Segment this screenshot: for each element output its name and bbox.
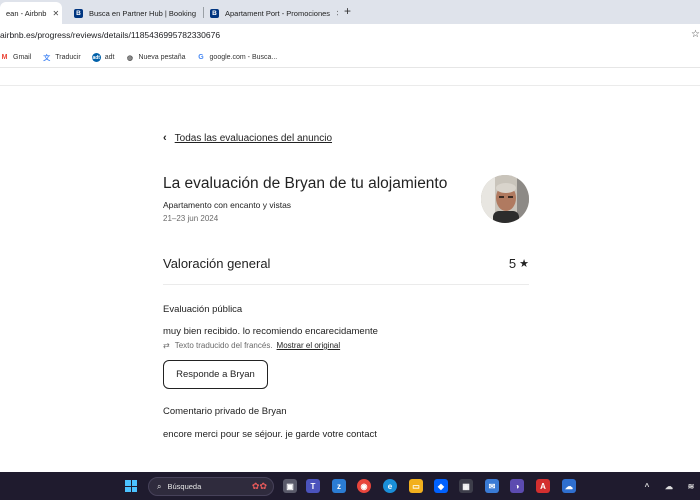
search-placeholder: Búsqueda bbox=[167, 482, 202, 491]
gmail-icon: M bbox=[1, 54, 8, 61]
tab-title: Apartament Port - Promociones bbox=[225, 8, 331, 18]
browser-tab-booking-partner-hub[interactable]: B Busca en Partner Hub | Booking ✕ bbox=[68, 2, 202, 24]
bookmark-nueva-pestana[interactable]: ◍ Nueva pestaña bbox=[125, 53, 186, 62]
taskbar-search-input[interactable]: ⌕ Búsqueda ✿✿ bbox=[148, 477, 274, 496]
stay-dates: 21–23 jun 2024 bbox=[163, 214, 219, 223]
divider bbox=[163, 284, 529, 285]
file-explorer-icon[interactable]: ▭ bbox=[409, 479, 423, 493]
google-icon: G bbox=[198, 54, 204, 61]
zoom-icon[interactable]: z bbox=[332, 479, 346, 493]
private-comment-heading: Comentario privado de Bryan bbox=[163, 406, 287, 417]
bookmark-traducir[interactable]: 文 Traducir bbox=[42, 53, 80, 62]
star-icon: ★ bbox=[519, 258, 529, 270]
bookmark-label: google.com - Busca... bbox=[209, 54, 278, 61]
guest-photo bbox=[481, 175, 529, 223]
bookmark-gmail[interactable]: M Gmail bbox=[0, 53, 32, 62]
bookmark-label: Gmail bbox=[13, 54, 32, 61]
back-link-label: Todas las evaluaciones del anuncio bbox=[174, 132, 333, 144]
public-review-heading: Evaluación pública bbox=[163, 304, 243, 315]
adt-icon: adt bbox=[91, 53, 101, 62]
close-tab-icon[interactable]: ✕ bbox=[196, 9, 202, 18]
flower-icon: ✿✿ bbox=[251, 481, 267, 491]
avatar[interactable] bbox=[481, 175, 529, 223]
app-icon[interactable]: ◑ bbox=[510, 479, 524, 493]
task-view-icon[interactable]: ▣ bbox=[283, 479, 297, 493]
windows-start-icon[interactable] bbox=[125, 480, 137, 492]
bookmark-label: adt bbox=[104, 54, 115, 61]
show-original-link[interactable]: Mostrar el original bbox=[277, 341, 341, 350]
close-tab-icon[interactable]: ✕ bbox=[46, 9, 59, 18]
chrome-icon[interactable]: ◉ bbox=[357, 479, 371, 493]
url-field[interactable]: airbnb.es/progress/reviews/details/11854… bbox=[0, 30, 220, 40]
translation-note: ⇄ Texto traducido del francés. Mostrar e… bbox=[163, 341, 340, 350]
dropbox-icon[interactable]: ◆ bbox=[434, 479, 448, 493]
wifi-icon[interactable]: ≋ bbox=[684, 479, 698, 493]
chevron-up-icon[interactable]: ^ bbox=[640, 479, 654, 493]
translate-icon: 文 bbox=[43, 54, 51, 62]
bookmark-label: Nueva pestaña bbox=[138, 54, 186, 61]
bookmark-google[interactable]: G google.com - Busca... bbox=[197, 53, 278, 62]
listing-name: Apartamento con encanto y vistas bbox=[163, 200, 292, 210]
globe-icon: ◍ bbox=[126, 54, 133, 62]
tab-title: ean - Airbnb bbox=[6, 8, 47, 18]
tab-title: Busca en Partner Hub | Booking bbox=[89, 8, 197, 18]
mail-icon[interactable]: ✉ bbox=[485, 479, 499, 493]
translation-note-text: Texto traducido del francés. bbox=[174, 341, 273, 350]
booking-favicon-icon: B bbox=[74, 8, 83, 18]
rating-value: 5 bbox=[508, 256, 517, 271]
back-to-reviews-link[interactable]: ‹ Todas las evaluaciones del anuncio bbox=[163, 132, 332, 144]
teams-icon[interactable]: T bbox=[306, 479, 320, 493]
translate-icon: ⇄ bbox=[163, 341, 170, 350]
private-comment-text: encore merci pour se séjour. je garde vo… bbox=[163, 429, 377, 440]
acrobat-icon[interactable]: A bbox=[536, 479, 550, 493]
taskbar: ⌕ Búsqueda ✿✿ ▣ T z ◉ e ▭ ◆ ▦ ✉ ◑ A ☁ ^ … bbox=[0, 472, 700, 500]
browser-tab-airbnb[interactable]: ean - Airbnb ✕ bbox=[0, 2, 62, 24]
bookmark-adt[interactable]: adt adt bbox=[91, 53, 115, 62]
close-tab-icon[interactable]: ✕ bbox=[330, 9, 338, 18]
address-bar: airbnb.es/progress/reviews/details/11854… bbox=[0, 24, 700, 48]
rating-score: 5 ★ bbox=[509, 256, 529, 271]
new-tab-button[interactable]: + bbox=[344, 4, 351, 18]
overall-rating-label: Valoración general bbox=[163, 256, 271, 271]
onedrive-icon[interactable]: ☁ bbox=[562, 479, 576, 493]
booking-favicon-icon: B bbox=[210, 8, 219, 18]
public-review-text: muy bien recibido. lo recomiendo encarec… bbox=[163, 326, 378, 337]
site-header bbox=[0, 68, 700, 86]
browser-tab-apartament-port[interactable]: B Apartament Port - Promociones ✕ bbox=[204, 2, 338, 24]
chevron-left-icon: ‹ bbox=[163, 132, 167, 144]
bookmark-star-icon[interactable]: ☆ bbox=[691, 29, 700, 40]
photos-icon[interactable]: ▦ bbox=[459, 479, 473, 493]
bookmark-label: Traducir bbox=[55, 54, 81, 61]
edge-icon[interactable]: e bbox=[383, 479, 397, 493]
bookmarks-bar: M Gmail 文 Traducir adt adt ◍ Nueva pesta… bbox=[0, 48, 700, 68]
reply-button[interactable]: Responde a Bryan bbox=[163, 360, 268, 389]
page-title: La evaluación de Bryan de tu alojamiento bbox=[163, 175, 448, 192]
browser-tab-strip: ean - Airbnb ✕ B Busca en Partner Hub | … bbox=[0, 0, 700, 24]
overall-rating: Valoración general 5 ★ bbox=[163, 256, 529, 271]
search-icon: ⌕ bbox=[157, 481, 162, 491]
cloud-icon[interactable]: ☁ bbox=[662, 479, 676, 493]
